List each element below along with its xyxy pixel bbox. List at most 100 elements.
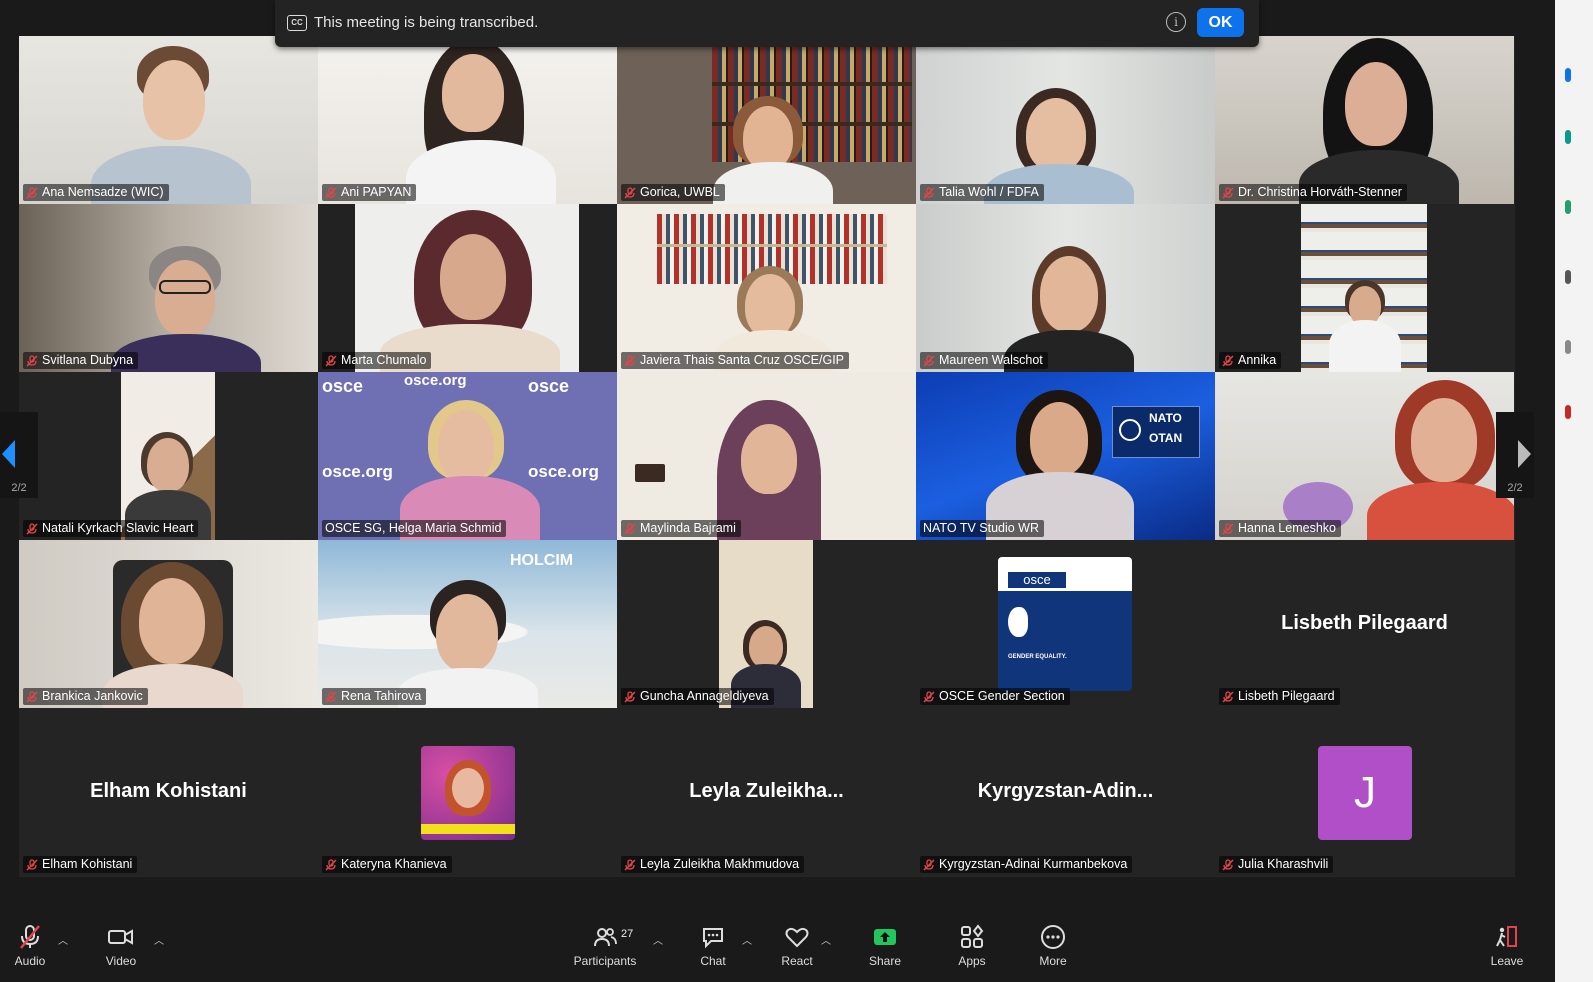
- participant-tile[interactable]: Maylinda Bajrami: [617, 372, 916, 540]
- participant-name-tag: OSCE Gender Section: [920, 688, 1070, 705]
- participant-name-tag: Lisbeth Pilegaard: [1219, 688, 1340, 705]
- profile-silhouette-icon: [1008, 607, 1028, 637]
- video-button[interactable]: Video: [86, 924, 156, 968]
- participant-name: Brankica Jankovic: [42, 689, 143, 703]
- osce-backdrop-text: osce: [528, 376, 570, 396]
- next-page-button[interactable]: 2/2: [1496, 412, 1534, 498]
- participant-tile[interactable]: Lisbeth Pilegaard Lisbeth Pilegaard: [1215, 540, 1514, 708]
- muted-mic-icon: [1222, 186, 1234, 199]
- video-options-caret-icon[interactable]: ︿: [154, 932, 164, 947]
- participant-tile[interactable]: Leyla Zuleikha... Leyla Zuleikha Makhmud…: [617, 708, 916, 876]
- participant-name-tag: Elham Kohistani: [23, 856, 138, 873]
- transcription-message: This meeting is being transcribed.: [314, 14, 539, 31]
- participant-name: Talia Wohl / FDFA: [939, 185, 1039, 199]
- participant-name-tag: Maureen Walschot: [920, 352, 1048, 369]
- react-label: React: [781, 954, 813, 968]
- participant-tile[interactable]: Hanna Lemeshko: [1215, 372, 1514, 540]
- participant-tile[interactable]: Guncha Annageldiyeva: [617, 540, 916, 708]
- apps-button[interactable]: Apps: [937, 924, 1007, 968]
- more-options-icon: [1041, 925, 1065, 949]
- share-screen-button[interactable]: Share: [850, 924, 920, 968]
- audio-button[interactable]: Audio: [0, 924, 65, 968]
- audio-options-caret-icon[interactable]: ︿: [58, 932, 68, 947]
- muted-mic-icon: [26, 522, 38, 535]
- chat-button[interactable]: Chat: [678, 924, 748, 968]
- participant-name: Kateryna Khanieva: [341, 857, 447, 871]
- participant-display-name: Lisbeth Pilegaard: [1281, 612, 1448, 634]
- more-button[interactable]: More: [1018, 924, 1088, 968]
- participant-tile-active-speaker[interactable]: osce osce osce.org osce.org osce.org OSC…: [318, 372, 617, 540]
- participant-tile[interactable]: Ana Nemsadze (WIC): [19, 36, 318, 204]
- participant-name: Ana Nemsadze (WIC): [42, 185, 164, 199]
- participant-tile[interactable]: Kyrgyzstan-Adin... Kyrgyzstan-Adinai Kur…: [916, 708, 1215, 876]
- participant-name-tag: Gorica, UWBL: [621, 184, 725, 201]
- muted-mic-icon: [624, 858, 636, 871]
- participant-tile[interactable]: Svitlana Dubyna: [19, 204, 318, 372]
- muted-mic-icon: [624, 690, 636, 703]
- participant-name-tag: Rena Tahirova: [322, 688, 427, 705]
- muted-mic-icon: [923, 690, 935, 703]
- audio-label: Audio: [14, 954, 46, 968]
- chat-options-caret-icon[interactable]: ︿: [742, 932, 752, 947]
- osce-org-text: osce.org: [528, 462, 599, 481]
- participant-display-name: Kyrgyzstan-Adin...: [977, 780, 1154, 802]
- ok-button[interactable]: OK: [1197, 8, 1244, 37]
- muted-mic-icon: [923, 858, 935, 871]
- muted-mic-icon: [923, 354, 935, 367]
- participant-name: Elham Kohistani: [42, 857, 133, 871]
- participant-name: OSCE SG, Helga Maria Schmid: [325, 521, 502, 535]
- leave-button[interactable]: Leave: [1472, 924, 1542, 968]
- gender-equality-text: GENDER EQUALITY.: [1008, 654, 1067, 660]
- muted-mic-icon: [624, 354, 636, 367]
- participants-count: 27: [621, 928, 634, 940]
- leave-door-icon: [1496, 926, 1517, 947]
- meeting-toolbar: Audio ︿ Video ︿ Participants 27 ︿ Chat ︿…: [0, 916, 1555, 982]
- heart-icon: [785, 927, 809, 948]
- react-options-caret-icon[interactable]: ︿: [821, 932, 831, 947]
- chat-bubble-icon: [703, 928, 723, 949]
- participant-tile[interactable]: Maureen Walschot: [916, 204, 1215, 372]
- participant-tile[interactable]: NATO OTAN NATO TV Studio WR: [916, 372, 1215, 540]
- participant-tile[interactable]: Dr. Christina Horváth-Stenner: [1215, 36, 1514, 204]
- participant-name: Dr. Christina Horváth-Stenner: [1238, 185, 1402, 199]
- participant-tile[interactable]: osce GENDER EQUALITY. OSCE Gender Sectio…: [916, 540, 1215, 708]
- participant-tile[interactable]: Marta Chumalo: [318, 204, 617, 372]
- participant-name-tag: Ana Nemsadze (WIC): [23, 184, 169, 201]
- participant-name-tag: Kyrgyzstan-Adinai Kurmanbekova: [920, 856, 1133, 873]
- muted-mic-icon: [325, 186, 337, 199]
- osce-org-text: osce.org: [322, 462, 393, 481]
- participant-tile[interactable]: Natali Kyrkach Slavic Heart: [19, 372, 318, 540]
- participant-tile[interactable]: Javiera Thais Santa Cruz OSCE/GIP: [617, 204, 916, 372]
- muted-mic-icon: [1222, 522, 1234, 535]
- participant-tile[interactable]: Gorica, UWBL: [617, 36, 916, 204]
- osce-org-text: osce.org: [404, 372, 467, 389]
- participant-tile[interactable]: Brankica Jankovic: [19, 540, 318, 708]
- participants-options-caret-icon[interactable]: ︿: [653, 932, 663, 947]
- page-indicator: 2/2: [1507, 482, 1523, 494]
- participant-name: Julia Kharashvili: [1238, 857, 1329, 871]
- participant-name-tag: Ani PAPYAN: [322, 184, 417, 201]
- otan-text: OTAN: [1149, 431, 1183, 445]
- participant-name: Guncha Annageldiyeva: [640, 689, 769, 703]
- muted-mic-icon: [26, 354, 38, 367]
- muted-mic-icon: [1222, 354, 1234, 367]
- participant-tile[interactable]: J Julia Kharashvili: [1215, 708, 1514, 876]
- info-icon[interactable]: i: [1166, 12, 1186, 32]
- participant-name-tag: Talia Wohl / FDFA: [920, 184, 1044, 201]
- participant-tile[interactable]: Talia Wohl / FDFA: [916, 36, 1215, 204]
- participants-icon: [594, 928, 617, 947]
- previous-page-button[interactable]: 2/2: [0, 412, 38, 498]
- muted-mic-icon: [325, 354, 337, 367]
- profile-picture: [421, 746, 515, 840]
- nato-star-icon: [1119, 419, 1141, 441]
- participant-name-tag: NATO TV Studio WR: [920, 520, 1045, 537]
- participant-tile[interactable]: Annika: [1215, 204, 1514, 372]
- participant-tile[interactable]: Elham Kohistani Elham Kohistani: [19, 708, 318, 876]
- participant-name: Leyla Zuleikha Makhmudova: [640, 857, 800, 871]
- participant-tile[interactable]: HOLCIM Rena Tahirova: [318, 540, 617, 708]
- participant-tile[interactable]: Kateryna Khanieva: [318, 708, 617, 876]
- osce-backdrop-text: osce: [322, 376, 364, 396]
- participant-name-tag: Kateryna Khanieva: [322, 856, 452, 873]
- participant-name-tag: OSCE SG, Helga Maria Schmid: [322, 520, 507, 537]
- participant-tile[interactable]: Ani PAPYAN: [318, 36, 617, 204]
